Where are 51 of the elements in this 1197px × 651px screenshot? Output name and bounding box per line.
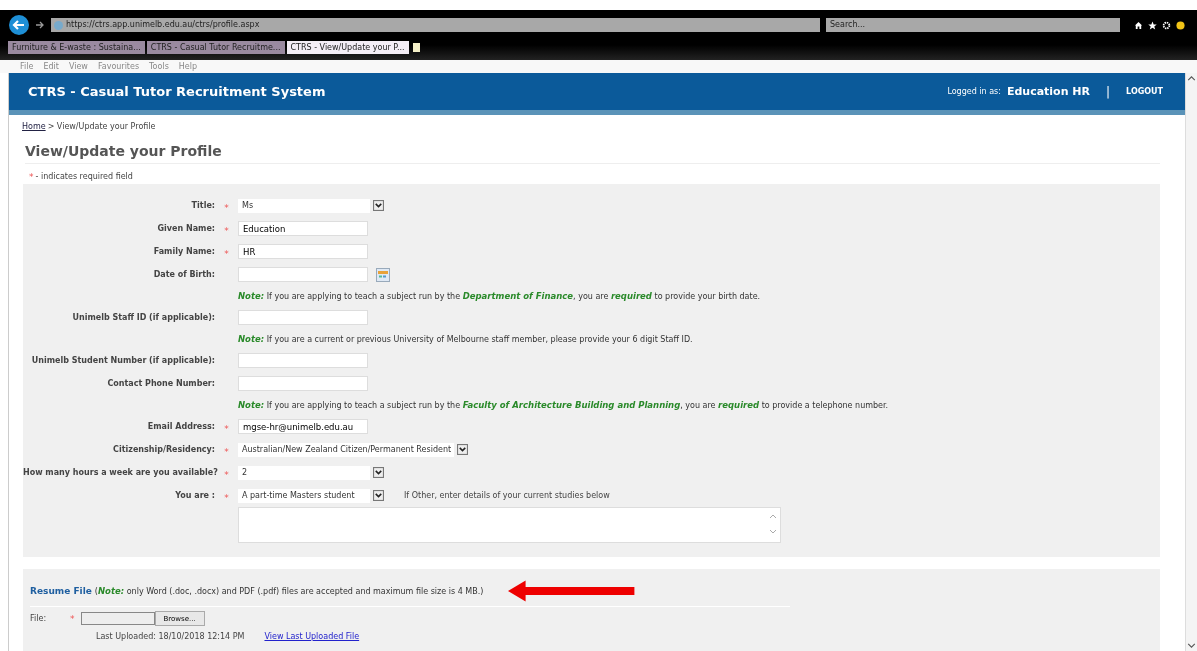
- text-field[interactable]: mgse-hr@unimelb.edu.au: [238, 419, 368, 434]
- separator: |: [1106, 84, 1111, 99]
- home-link[interactable]: Home: [22, 122, 46, 131]
- logged-in-label: Logged in as:: [947, 87, 1001, 96]
- field-label: File:: [30, 614, 48, 623]
- field-label: Family Name:: [152, 247, 215, 256]
- user-name: Education HR: [1006, 85, 1090, 98]
- required-mark: *: [224, 249, 229, 259]
- app-title: CTRS - Casual Tutor Recruitment System: [28, 84, 326, 99]
- menu-item[interactable]: Edit: [43, 60, 59, 73]
- field-label: Title:: [190, 201, 215, 210]
- page-title: View/Update your Profile: [25, 143, 1160, 164]
- note-text: Note: If you are applying to teach a subject run by the Faculty of Architecture Building and Planning, you are required to provide a telephone number.: [238, 400, 889, 410]
- field-label: Given Name:: [156, 224, 215, 233]
- field-label: Contact Phone Number:: [106, 379, 215, 388]
- browser-tab[interactable]: CTRS - View/Update your P...: [286, 41, 409, 54]
- section-title: Resume File: [30, 586, 92, 596]
- required-mark: *: [224, 424, 229, 434]
- menu-item[interactable]: Tools: [149, 60, 169, 73]
- browser-tab[interactable]: Furniture & E-waste : Sustaina...: [8, 41, 145, 54]
- note-text: Note: If you are a current or previous University of Melbourne staff member, please provide your 6 digit Staff ID.: [238, 334, 693, 344]
- text-field[interactable]: Education: [238, 221, 368, 236]
- required-legend: - indicates required field: [35, 172, 133, 182]
- field-label: You are :: [174, 491, 215, 500]
- menu-item[interactable]: File: [20, 60, 34, 73]
- required-mark: *: [70, 613, 75, 624]
- text-field[interactable]: HR: [238, 244, 368, 259]
- menu-item[interactable]: Favourites: [97, 60, 140, 73]
- field-label: Email Address:: [146, 422, 215, 431]
- note-text: Note: If you are applying to teach a subject run by the Department of Finance, you are required to provide your birth date.: [238, 291, 761, 301]
- menu-item[interactable]: View: [68, 60, 88, 73]
- browser-tab[interactable]: CTRS - Casual Tutor Recruitme...: [146, 41, 285, 54]
- required-mark: *: [224, 493, 229, 503]
- logout-link[interactable]: LOGOUT: [1126, 87, 1163, 96]
- hint-text: If Other, enter details of your current studies below: [404, 491, 610, 500]
- breadcrumb-text: > View/Update your Profile: [47, 122, 156, 131]
- address-bar[interactable]: https://ctrs.app.unimelb.edu.au/ctrs/profile.aspx: [51, 18, 820, 32]
- note-text: (Note: only Word (.doc, .docx) and PDF (.pdf) files are accepted and maximum file size is 4 MB.): [94, 586, 484, 596]
- field-label: Date of Birth:: [152, 270, 215, 279]
- required-mark: *: [224, 447, 229, 457]
- required-mark: *: [224, 470, 229, 480]
- view-file-link[interactable]: View Last Uploaded File: [264, 632, 360, 641]
- last-uploaded-text: Last Uploaded: 18/10/2018 12:14 PM: [96, 632, 245, 641]
- required-mark: *: [29, 172, 34, 182]
- field-label: Citizenship/Residency:: [112, 445, 215, 454]
- required-mark: *: [224, 226, 229, 236]
- required-mark: *: [224, 203, 229, 213]
- menu-item[interactable]: Help: [178, 60, 198, 73]
- field-label: Unimelb Staff ID (if applicable):: [71, 313, 215, 322]
- search-field[interactable]: Search...: [826, 18, 1120, 32]
- field-label: Unimelb Student Number (if applicable):: [30, 356, 215, 365]
